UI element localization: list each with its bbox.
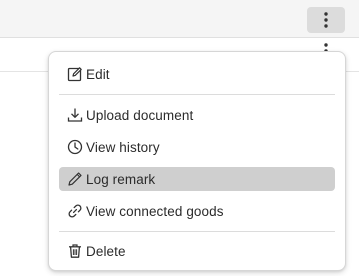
menu-item-label: Log remark [86,171,156,187]
menu-item-label: Delete [86,243,126,259]
menu-item-log-remark[interactable]: Log remark [59,167,335,191]
menu-item-label: View connected goods [86,203,224,219]
menu-item-view-connected-goods[interactable]: View connected goods [59,199,335,223]
more-vertical-icon [324,12,328,28]
trash-icon [66,243,83,260]
menu-item-label: Upload document [86,107,194,123]
menu-item-delete[interactable]: Delete [59,239,335,263]
menu-item-label: View history [86,139,160,155]
context-menu: Edit Upload document View history Log re… [48,51,346,271]
download-tray-icon [66,107,83,124]
edit-square-icon [66,66,83,83]
top-toolbar [0,0,359,38]
app-window: Edit Upload document View history Log re… [0,0,359,276]
clock-history-icon [66,139,83,156]
more-actions-button[interactable] [307,7,345,33]
menu-item-label: Edit [86,66,110,82]
menu-item-view-history[interactable]: View history [59,135,335,159]
link-icon [66,203,83,220]
menu-divider [59,231,335,232]
menu-item-edit[interactable]: Edit [59,62,335,86]
menu-divider [59,94,335,95]
menu-item-upload-document[interactable]: Upload document [59,103,335,127]
pencil-icon [66,171,83,188]
